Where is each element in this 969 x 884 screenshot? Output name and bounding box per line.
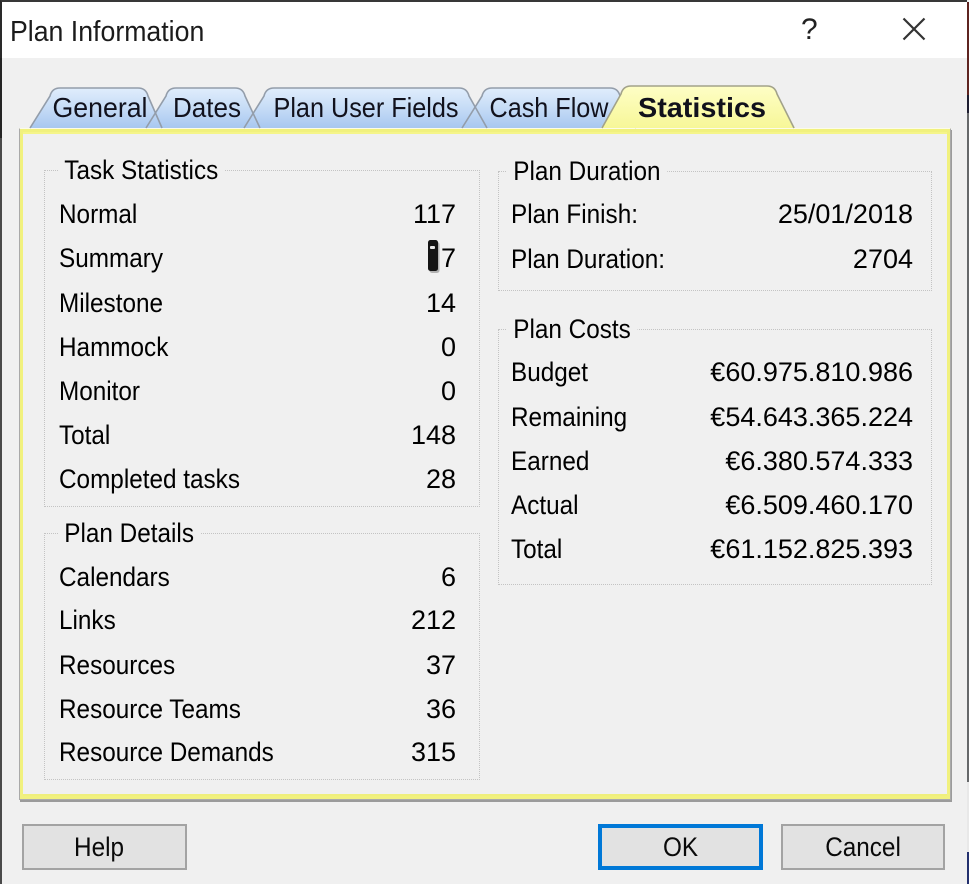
svg-text:General: General (53, 92, 148, 123)
svg-text:Dates: Dates (173, 92, 241, 123)
svg-text:Plan User Fields: Plan User Fields (274, 92, 459, 123)
svg-text:Cash Flow: Cash Flow (490, 92, 610, 123)
svg-text:Statistics: Statistics (638, 92, 766, 123)
